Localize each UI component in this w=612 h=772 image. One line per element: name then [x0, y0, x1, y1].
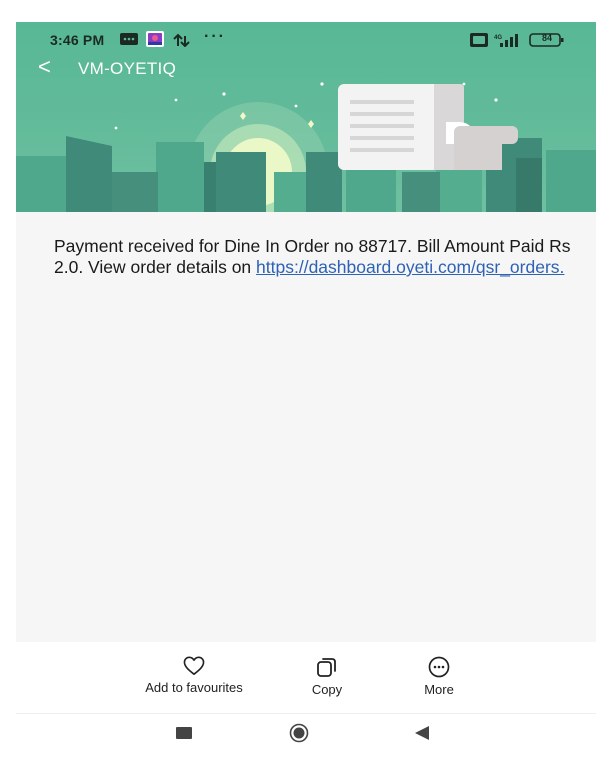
- message-header: 3:46 PM ··· 4G 84 < VM-OYETIQ: [16, 22, 596, 212]
- status-bar: 3:46 PM ··· 4G 84: [16, 22, 596, 56]
- back-nav-button[interactable]: [414, 726, 430, 740]
- title-row: < VM-OYETIQ: [16, 56, 416, 80]
- heart-icon: [183, 656, 205, 675]
- sender-title: VM-OYETIQ: [78, 59, 177, 78]
- copy-icon: [317, 658, 336, 677]
- app-notification-icon: [146, 31, 164, 47]
- battery-level: 84: [541, 33, 552, 43]
- home-button[interactable]: [289, 723, 309, 743]
- status-time: 3:46 PM: [50, 32, 105, 48]
- back-button[interactable]: <: [38, 56, 62, 80]
- action-bar: Add to favourites Copy More: [16, 642, 596, 714]
- navigation-bar: [16, 714, 596, 750]
- more-icon: [428, 656, 450, 678]
- phone-screen: 3:46 PM ··· 4G 84 < VM-OYETIQ Payment re…: [16, 22, 596, 750]
- message-body: Payment received for Dine In Order no 88…: [54, 236, 574, 278]
- message-area: Payment received for Dine In Order no 88…: [16, 212, 596, 642]
- add-to-favourites-button[interactable]: Add to favourites: [119, 656, 269, 695]
- more-notifications-icon: ···: [204, 28, 226, 45]
- add-to-favourites-label: Add to favourites: [145, 680, 243, 695]
- svg-text:4G: 4G: [494, 35, 502, 41]
- data-transfer-icon: [173, 33, 190, 47]
- more-button[interactable]: More: [364, 656, 514, 697]
- order-details-link[interactable]: https://dashboard.oyeti.com/qsr_orders.: [256, 257, 564, 277]
- message-notification-icon: [120, 33, 138, 45]
- recent-apps-button[interactable]: [176, 727, 192, 739]
- more-label: More: [424, 682, 454, 697]
